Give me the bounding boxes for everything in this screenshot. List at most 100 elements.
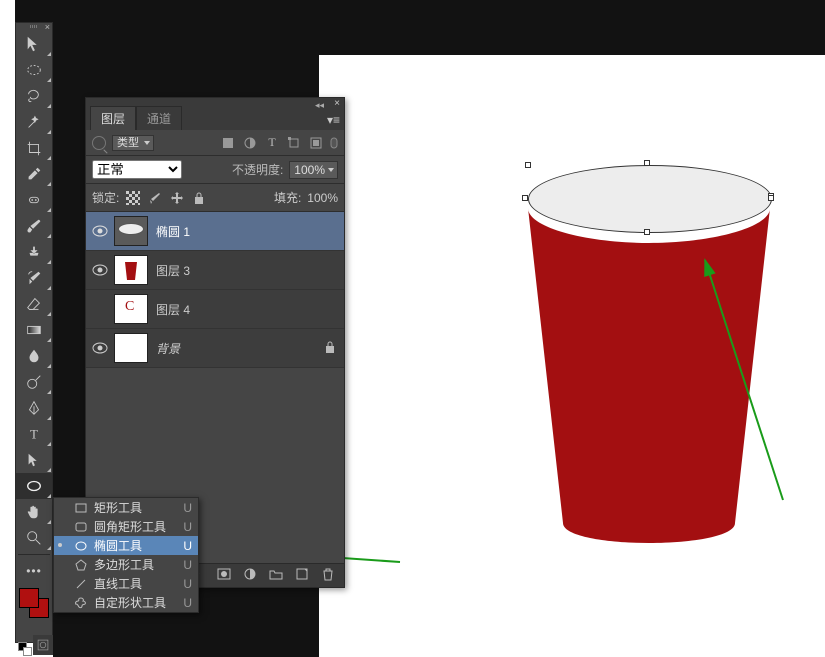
visibility-toggle[interactable] xyxy=(86,264,114,276)
gradient-tool[interactable] xyxy=(16,317,52,343)
type-tool[interactable]: T xyxy=(16,421,52,447)
layer-thumb[interactable] xyxy=(114,216,148,246)
transform-handle[interactable] xyxy=(522,195,528,201)
trash-icon[interactable] xyxy=(320,567,336,584)
blend-mode-select[interactable]: 正常 xyxy=(92,160,182,179)
layer-thumb[interactable] xyxy=(114,333,148,363)
flyout-item-custom-shape[interactable]: 自定形状工具 U xyxy=(54,593,198,612)
brush-tool[interactable] xyxy=(16,213,52,239)
opacity-value[interactable]: 100% xyxy=(289,161,338,179)
tab-layers[interactable]: 图层 xyxy=(90,106,136,130)
flyout-item-polygon[interactable]: 多边形工具 U xyxy=(54,555,198,574)
flyout-item-line[interactable]: 直线工具 U xyxy=(54,574,198,593)
visibility-toggle[interactable] xyxy=(86,342,114,354)
panel-menu-icon[interactable]: ▾≡ xyxy=(327,113,340,127)
shape-tool[interactable] xyxy=(16,473,52,499)
opacity-label: 不透明度: xyxy=(232,161,283,178)
app-header xyxy=(15,0,825,55)
tab-channels[interactable]: 通道 xyxy=(136,106,182,130)
visibility-toggle[interactable] xyxy=(86,225,114,237)
eraser-tool[interactable] xyxy=(16,291,52,317)
layers-list: 椭圆 1 图层 3 · C 图层 4 背景 xyxy=(86,212,344,368)
lock-transparent-icon[interactable] xyxy=(125,190,141,206)
filter-kind-select[interactable]: 类型 xyxy=(112,135,154,151)
grip-icon xyxy=(30,25,38,28)
layer-filter-bar: 类型 T xyxy=(86,130,344,156)
flyout-indicator-icon xyxy=(47,52,51,56)
blur-tool[interactable] xyxy=(16,343,52,369)
filter-kind-dropdown[interactable]: 类型 xyxy=(112,135,154,151)
visibility-toggle[interactable]: · xyxy=(86,302,114,316)
lock-position-icon[interactable] xyxy=(169,190,185,206)
layer-thumb[interactable]: C xyxy=(114,294,148,324)
lock-all-icon[interactable] xyxy=(191,190,207,206)
color-swatches[interactable] xyxy=(19,588,49,618)
mask-icon[interactable] xyxy=(216,567,232,584)
current-tool-dot-icon xyxy=(58,543,62,547)
shape-tool-flyout: 矩形工具 U 圆角矩形工具 U 椭圆工具 U 多边形工具 U 直线工具 U 自定… xyxy=(53,497,199,613)
tools-panel-header[interactable]: × xyxy=(16,23,52,31)
layer-row[interactable]: 背景 xyxy=(86,329,344,368)
svg-text:T: T xyxy=(30,428,38,442)
round-rect-icon xyxy=(74,521,88,533)
history-brush-tool[interactable] xyxy=(16,265,52,291)
layer-row[interactable]: 椭圆 1 xyxy=(86,212,344,251)
transform-handle[interactable] xyxy=(525,162,531,168)
line-icon xyxy=(74,578,88,590)
lock-icon xyxy=(324,340,344,357)
move-tool[interactable] xyxy=(16,31,52,57)
ellipse-icon xyxy=(74,540,88,552)
filter-pixel-icon[interactable] xyxy=(220,135,236,151)
polygon-icon xyxy=(74,559,88,571)
search-icon[interactable] xyxy=(92,136,106,150)
spot-heal-tool[interactable] xyxy=(16,187,52,213)
flyout-item-rectangle[interactable]: 矩形工具 U xyxy=(54,498,198,517)
default-colors-icon[interactable] xyxy=(18,642,32,656)
fill-label: 填充: xyxy=(274,189,301,206)
path-select-tool[interactable] xyxy=(16,447,52,473)
adjustment-icon[interactable] xyxy=(242,567,258,584)
dodge-tool[interactable] xyxy=(16,369,52,395)
rect-icon xyxy=(74,502,88,514)
layer-name[interactable]: 椭圆 1 xyxy=(156,223,344,240)
eyedropper-tool[interactable] xyxy=(16,161,52,187)
lasso-tool[interactable] xyxy=(16,83,52,109)
foreground-swatch[interactable] xyxy=(19,588,39,608)
filter-adjust-icon[interactable] xyxy=(242,135,258,151)
transform-handle[interactable] xyxy=(768,195,774,201)
layer-name[interactable]: 背景 xyxy=(156,340,324,357)
clone-stamp-tool[interactable] xyxy=(16,239,52,265)
marquee-tool[interactable] xyxy=(16,57,52,83)
filter-type-icon[interactable]: T xyxy=(264,135,280,151)
close-icon[interactable]: × xyxy=(334,98,340,109)
flyout-item-ellipse[interactable]: 椭圆工具 U xyxy=(54,536,198,555)
filter-shape-icon[interactable] xyxy=(286,135,302,151)
hand-tool[interactable] xyxy=(16,499,52,525)
fill-value[interactable]: 100% xyxy=(307,191,338,205)
quick-mask-toggle[interactable] xyxy=(33,635,53,655)
blend-opacity-row: 正常 不透明度: 100% xyxy=(86,156,344,184)
custom-shape-icon xyxy=(74,597,88,609)
layer-row[interactable]: · C 图层 4 xyxy=(86,290,344,329)
tools-panel: × T ••• xyxy=(15,22,53,643)
flyout-shortcut: U xyxy=(183,501,192,515)
layer-name[interactable]: 图层 3 xyxy=(156,262,344,279)
flyout-label: 矩形工具 xyxy=(94,499,183,516)
crop-tool[interactable] xyxy=(16,135,52,161)
edit-toolbar[interactable]: ••• xyxy=(16,558,52,584)
flyout-item-rounded-rect[interactable]: 圆角矩形工具 U xyxy=(54,517,198,536)
layer-thumb[interactable] xyxy=(114,255,148,285)
ellipse-shape[interactable] xyxy=(528,165,772,233)
transform-handle[interactable] xyxy=(644,229,650,235)
filter-smart-icon[interactable] xyxy=(308,135,324,151)
group-icon[interactable] xyxy=(268,567,284,584)
new-layer-icon[interactable] xyxy=(294,567,310,584)
filter-toggle[interactable] xyxy=(330,135,338,151)
layer-row[interactable]: 图层 3 xyxy=(86,251,344,290)
pen-tool[interactable] xyxy=(16,395,52,421)
zoom-tool[interactable] xyxy=(16,525,52,551)
magic-wand-tool[interactable] xyxy=(16,109,52,135)
layer-name[interactable]: 图层 4 xyxy=(156,301,344,318)
lock-pixels-icon[interactable] xyxy=(147,190,163,206)
transform-handle[interactable] xyxy=(644,160,650,166)
